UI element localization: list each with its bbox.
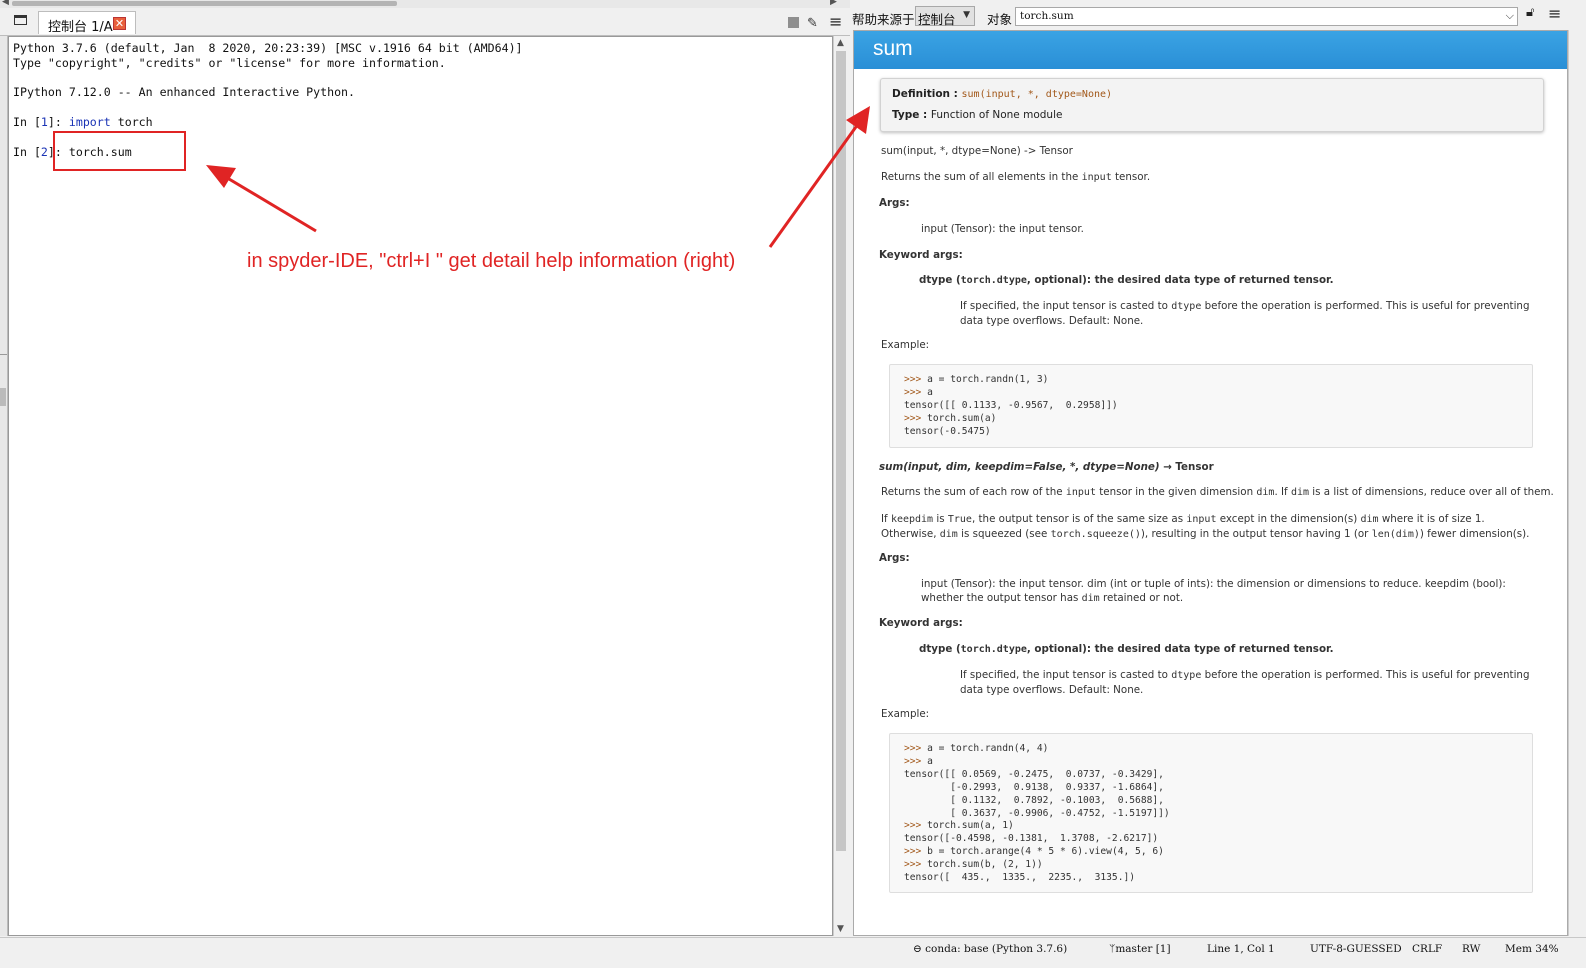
definition-box: Definition : sum(input, *, dtype=None) T… bbox=[880, 78, 1544, 132]
code-line: >>> torch.sum(a) bbox=[904, 412, 997, 424]
tab-console[interactable]: 控制台 1/A ✕ bbox=[38, 11, 136, 35]
code-prompt: >>> bbox=[904, 859, 928, 871]
source-select[interactable]: 控制台 ▼ bbox=[915, 6, 975, 27]
banner-line: Type "copyright", "credits" or "license"… bbox=[13, 56, 446, 70]
close-icon[interactable]: ✕ bbox=[113, 17, 126, 30]
description-3: If keepdim is True, the output tensor is… bbox=[881, 513, 1530, 540]
conda-icon: ⊖ bbox=[913, 943, 922, 955]
console-vertical-scrollbar[interactable]: ▲ ▼ bbox=[833, 36, 849, 936]
keyword-args-heading: Keyword args: bbox=[879, 249, 963, 261]
code-line: [ 0.3637, -0.9906, -0.4752, -1.5197]]) bbox=[904, 807, 1170, 819]
description-1: Returns the sum of all elements in the i… bbox=[881, 171, 1151, 183]
hamburger-menu-icon[interactable]: ≡ bbox=[1548, 4, 1561, 23]
signature-2: sum(input, dim, keepdim=False, *, dtype=… bbox=[879, 461, 1214, 473]
example-heading: Example: bbox=[881, 339, 930, 351]
annotation-text: in spyder-IDE, "ctrl+I " get detail help… bbox=[247, 250, 736, 272]
code-line: tensor([ 435., 1335., 2235., 3135.]) bbox=[904, 872, 1136, 884]
object-combobox[interactable]: torch.sum ⌵ bbox=[1015, 7, 1518, 26]
code-prompt: >>> bbox=[904, 412, 928, 424]
scroll-up-icon[interactable]: ▲ bbox=[837, 38, 844, 48]
input-line-1: In [1]: import torch bbox=[13, 115, 153, 129]
lock-icon[interactable]: 🔓︎ bbox=[1526, 5, 1534, 20]
help-toolbar: 帮助来源于 控制台 ▼ 对象 torch.sum ⌵ 🔓︎ ≡ bbox=[850, 0, 1586, 30]
scroll-down-icon[interactable]: ▼ bbox=[837, 924, 844, 934]
source-select-value: 控制台 bbox=[918, 12, 956, 27]
scroll-right-icon[interactable]: ▶ bbox=[830, 0, 837, 7]
object-label: 对象 bbox=[987, 12, 1013, 27]
memory-status: Mem 34% bbox=[1505, 943, 1559, 955]
ipython-console[interactable]: Python 3.7.6 (default, Jan 8 2020, 20:23… bbox=[8, 36, 833, 936]
code-line: tensor(-0.5475) bbox=[904, 425, 991, 437]
definition-row: Definition : sum(input, *, dtype=None) bbox=[892, 88, 1113, 100]
dtype-heading: dtype (torch.dtype, optional): the desir… bbox=[919, 643, 1334, 655]
signature-1: sum(input, *, dtype=None) -> Tensor bbox=[881, 145, 1073, 157]
stop-icon[interactable] bbox=[788, 17, 799, 28]
code-line: [ 0.1132, 0.7892, -0.1003, 0.5688], bbox=[904, 794, 1164, 806]
args-heading: Args: bbox=[879, 197, 910, 209]
code-prompt: >>> bbox=[904, 386, 928, 398]
help-title-bar: sum bbox=[854, 31, 1567, 69]
chevron-down-icon: ▼ bbox=[963, 10, 970, 20]
code-line: tensor([-0.4598, -0.1381, 1.3708, -2.621… bbox=[904, 833, 1159, 845]
keyword-args-heading: Keyword args: bbox=[879, 617, 963, 629]
cursor-position: Line 1, Col 1 bbox=[1207, 943, 1275, 955]
code-line: >>> b = torch.arange(4 * 5 * 6).view(4, … bbox=[904, 846, 1164, 858]
code-prompt: >>> bbox=[904, 820, 928, 832]
code-prompt: >>> bbox=[904, 846, 928, 858]
code-line: tensor([[ 0.1133, -0.9567, 0.2958]]) bbox=[904, 399, 1118, 411]
tab-console-label: 控制台 1/A bbox=[48, 20, 113, 35]
dtype-heading: dtype (torch.dtype, optional): the desir… bbox=[919, 274, 1334, 286]
console-tab-bar: 控制台 1/A ✕ ✎ ≡ bbox=[0, 8, 850, 36]
conda-status[interactable]: ⊖ conda: base (Python 3.7.6) bbox=[913, 943, 1067, 955]
example-code-block-2: >>> a = torch.randn(4, 4) >>> a tensor([… bbox=[889, 733, 1533, 893]
help-pane[interactable]: sum Definition : sum(input, *, dtype=Non… bbox=[853, 30, 1568, 936]
example-code-block-1: >>> a = torch.randn(1, 3) >>> a tensor([… bbox=[889, 364, 1533, 448]
example-heading: Example: bbox=[881, 708, 930, 720]
scrollbar-thumb[interactable] bbox=[836, 51, 846, 851]
code-line: tensor([[ 0.0569, -0.2475, 0.0737, -0.34… bbox=[904, 768, 1164, 780]
hamburger-menu-icon[interactable]: ≡ bbox=[829, 12, 842, 31]
dtype-detail: If specified, the input tensor is casted… bbox=[960, 669, 1530, 696]
args-text: input (Tensor): the input tensor. dim (i… bbox=[921, 578, 1506, 604]
code-prompt: >>> bbox=[904, 743, 928, 754]
code-prompt: >>> bbox=[904, 374, 928, 385]
code-line: >>> a bbox=[904, 755, 933, 767]
annotation-highlight-box bbox=[53, 131, 186, 171]
git-status[interactable]: ᛘmaster [1] bbox=[1109, 943, 1171, 955]
code-line: >>> a = torch.randn(1, 3) bbox=[904, 374, 1049, 385]
clear-console-icon[interactable]: ✎ bbox=[807, 16, 818, 31]
scrollbar-thumb[interactable] bbox=[12, 1, 397, 6]
description-2: Returns the sum of each row of the input… bbox=[881, 486, 1554, 498]
code-line: >>> a = torch.randn(4, 4) bbox=[904, 743, 1049, 754]
chevron-down-icon[interactable]: ⌵ bbox=[1506, 9, 1514, 23]
ipython-version-line: IPython 7.12.0 -- An enhanced Interactiv… bbox=[13, 85, 356, 99]
banner-line: Python 3.7.6 (default, Jan 8 2020, 20:23… bbox=[13, 41, 523, 55]
type-row: Type : Function of None module bbox=[892, 109, 1063, 121]
scroll-left-icon[interactable]: ◀ bbox=[2, 0, 9, 7]
source-label: 帮助来源于 bbox=[852, 12, 915, 27]
code-line: >>> a bbox=[904, 386, 933, 398]
permissions-status: RW bbox=[1462, 943, 1481, 955]
code-prompt: >>> bbox=[904, 755, 928, 767]
encoding-status: UTF-8-GUESSED bbox=[1310, 943, 1402, 955]
help-vertical-scrollbar[interactable] bbox=[1568, 30, 1586, 936]
eol-status: CRLF bbox=[1412, 943, 1443, 955]
code-line: >>> torch.sum(b, (2, 1)) bbox=[904, 859, 1043, 871]
status-bar: ⊖ conda: base (Python 3.7.6) ᛘmaster [1]… bbox=[0, 937, 1586, 968]
code-line: >>> torch.sum(a, 1) bbox=[904, 820, 1014, 832]
code-line: [-0.2993, 0.9138, 0.9337, -1.6864], bbox=[904, 781, 1164, 793]
args-heading: Args: bbox=[879, 552, 910, 564]
args-text: input (Tensor): the input tensor. bbox=[921, 223, 1084, 235]
help-title: sum bbox=[873, 37, 913, 60]
dtype-detail: If specified, the input tensor is casted… bbox=[960, 300, 1530, 327]
left-splitter[interactable] bbox=[0, 36, 8, 936]
object-input-value: torch.sum bbox=[1020, 10, 1074, 22]
browse-tabs-icon[interactable] bbox=[14, 15, 27, 25]
